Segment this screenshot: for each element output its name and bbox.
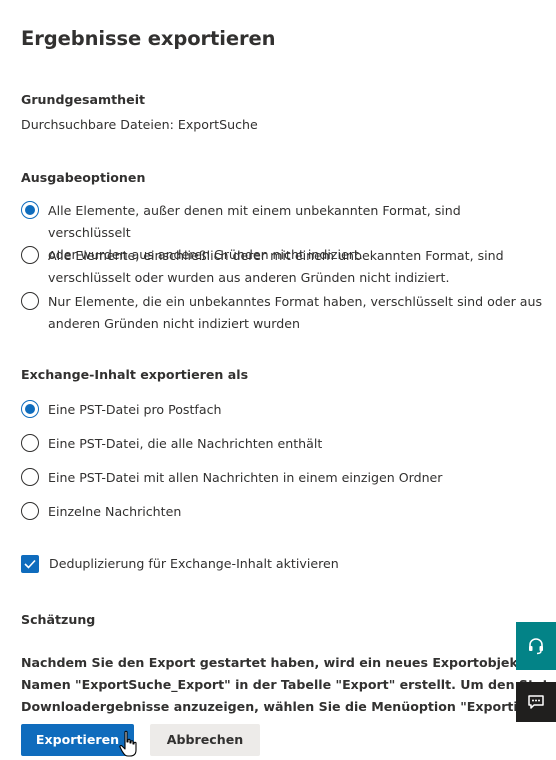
output-option-1-line1: Alle Elemente, außer denen mit einem unb… [48,203,461,240]
feedback-button[interactable] [516,682,556,722]
exchange-option-label-3: Eine PST-Datei mit allen Nachrichten in … [48,470,443,485]
checkbox-checked-indicator [21,555,39,573]
estimate-line-2: Namen "ExportSuche_Export" in der Tabell… [21,677,556,692]
estimate-description: Nachdem Sie den Export gestartet haben, … [21,652,556,718]
exchange-option-label-1: Eine PST-Datei pro Postfach [48,402,222,417]
radio-unselected-indicator [21,292,39,310]
hand-pointer-cursor-icon [119,730,137,757]
feedback-chat-icon [528,695,544,709]
cancel-button[interactable]: Abbrechen [150,724,260,756]
output-option-radio-1[interactable]: Alle Elemente, außer denen mit einem unb… [21,201,541,262]
population-label: Grundgesamtheit [21,92,146,107]
help-button[interactable] [516,622,556,670]
output-option-2-line2: verschlüsselt oder wurden aus anderen Gr… [48,270,450,285]
radio-unselected-indicator [21,502,39,520]
exchange-option-radio-2[interactable]: Eine PST-Datei, die alle Nachrichten ent… [21,434,541,454]
exchange-option-radio-3[interactable]: Eine PST-Datei mit allen Nachrichten in … [21,468,541,488]
export-results-panel: Ergebnisse exportieren Grundgesamtheit D… [0,0,556,760]
checkmark-icon [24,559,36,569]
output-options-label: Ausgabeoptionen [21,170,146,185]
output-option-2-line1: Alle Elemente, einschließlich derer mit … [48,248,504,263]
exchange-option-label-4: Einzelne Nachrichten [48,504,182,519]
output-option-radio-3[interactable]: Nur Elemente, die ein unbekanntes Format… [21,291,543,335]
panel-title: Ergebnisse exportieren [21,27,276,50]
exchange-option-radio-4[interactable]: Einzelne Nachrichten [21,502,541,522]
output-option-label-2: Alle Elemente, einschließlich derer mit … [48,245,543,289]
help-headset-icon [529,638,543,655]
population-value: Durchsuchbare Dateien: ExportSuche [21,117,258,132]
output-option-3-line2: anderen Gründen nicht indiziert wurden [48,316,300,331]
estimate-line-1: Nachdem Sie den Export gestartet haben, … [21,655,556,670]
radio-unselected-indicator [21,468,39,486]
exchange-export-label: Exchange-Inhalt exportieren als [21,367,249,382]
radio-selected-indicator [21,400,39,418]
output-option-3-line1: Nur Elemente, die ein unbekanntes Format… [48,294,543,309]
radio-unselected-indicator [21,246,39,264]
radio-selected-indicator [21,201,39,219]
exchange-option-label-2: Eine PST-Datei, die alle Nachrichten ent… [48,436,323,451]
exchange-option-radio-1[interactable]: Eine PST-Datei pro Postfach [21,400,541,420]
radio-unselected-indicator [21,434,39,452]
output-option-radio-2[interactable]: Alle Elemente, einschließlich derer mit … [21,246,541,286]
estimate-line-3: Downloadergebnisse anzuzeigen, wählen Si… [21,699,556,714]
dedup-label: Deduplizierung für Exchange-Inhalt aktiv… [49,556,339,571]
estimate-label: Schätzung [21,612,96,627]
output-option-label-3: Nur Elemente, die ein unbekanntes Format… [48,291,543,335]
